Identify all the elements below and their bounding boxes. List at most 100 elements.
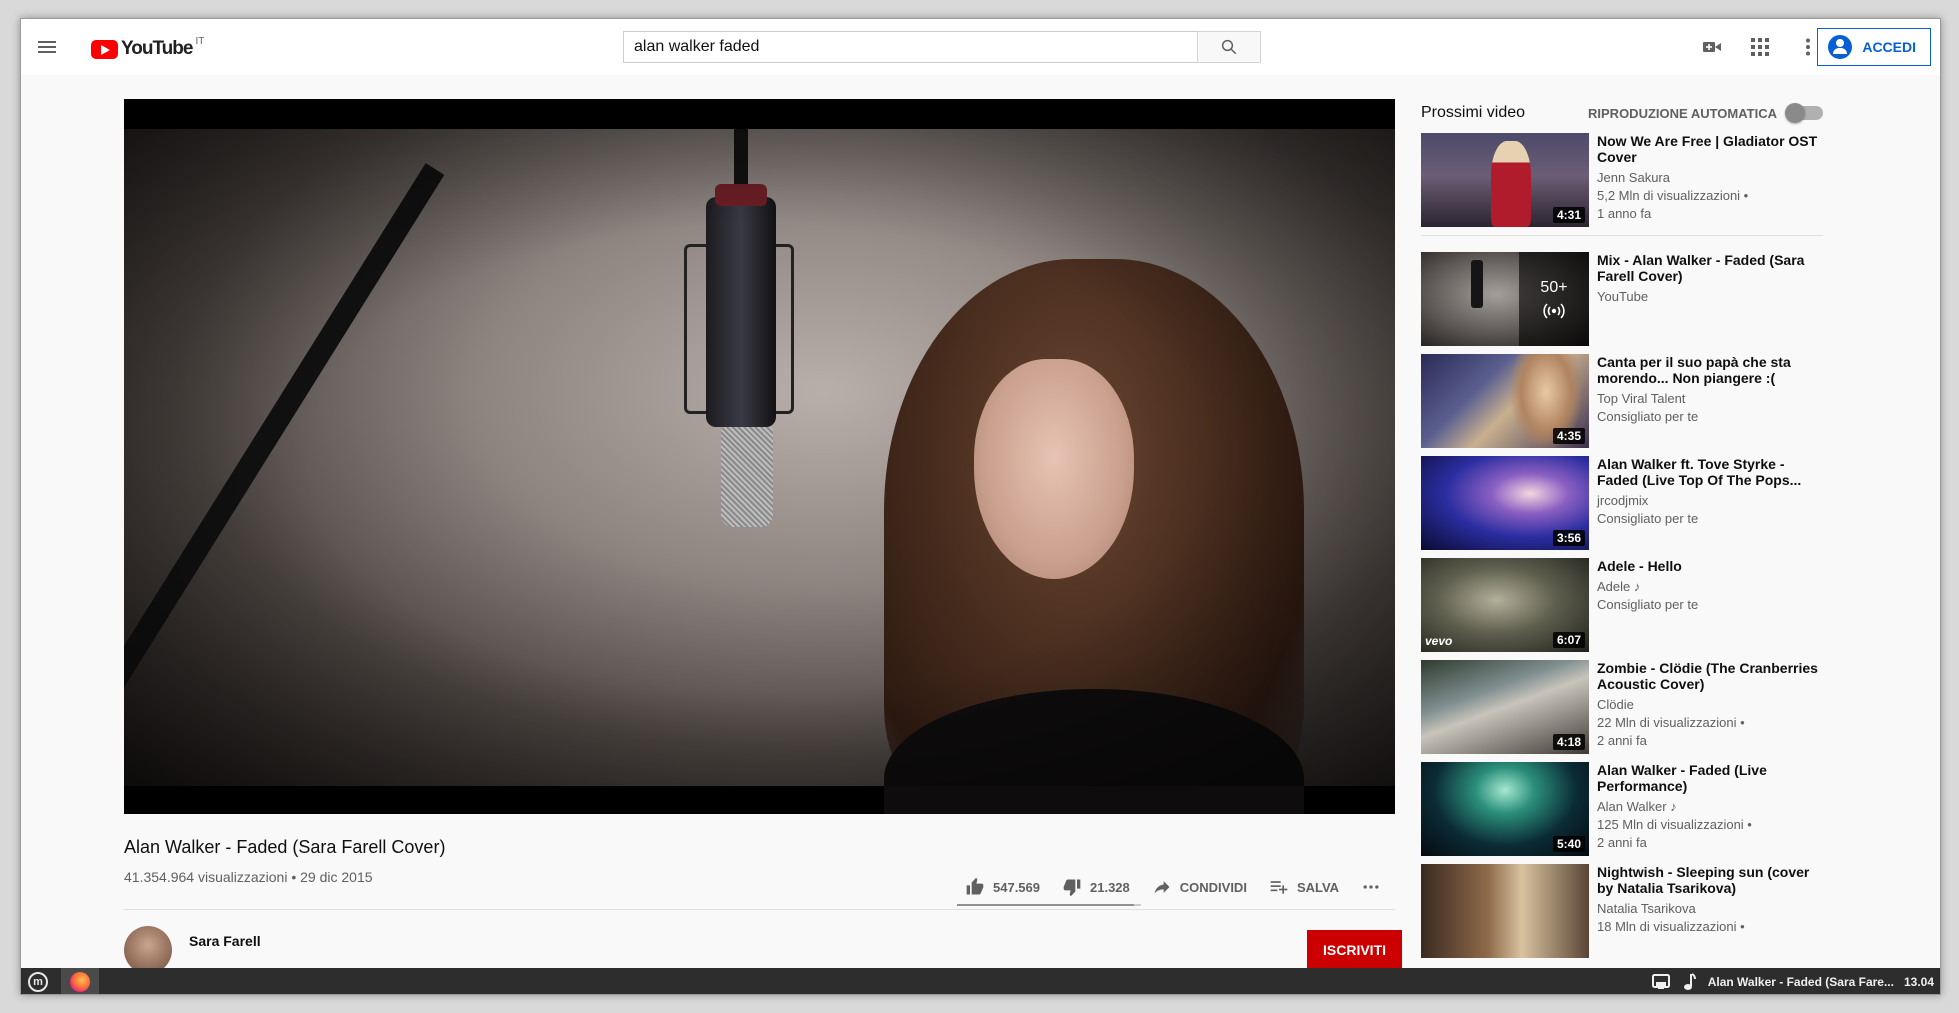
video-views-date: 41.354.964 visualizzazioni • 29 dic 2015 [124, 869, 373, 885]
video-channel: YouTube [1597, 289, 1649, 304]
mix-overlay: 50+ [1519, 252, 1589, 346]
video-recommended: Consigliato per te [1597, 597, 1699, 612]
logo-country: IT [195, 36, 205, 47]
dislike-count: 21.328 [1090, 879, 1130, 895]
video-title[interactable]: Canta per il suo papà che sta morendo...… [1597, 354, 1823, 386]
recommended-video[interactable]: 5:40 Alan Walker - Faded (Live Performan… [1421, 762, 1823, 856]
recommended-mix[interactable]: 50+ Mix - Alan Walker - Faded (Sara Fare… [1421, 252, 1823, 346]
video-thumbnail[interactable] [1421, 864, 1589, 958]
like-ratio-bar [957, 904, 1141, 906]
save-button[interactable]: SALVA [1269, 877, 1339, 897]
recommended-video[interactable]: 3:56 Alan Walker ft. Tove Styrke - Faded… [1421, 456, 1823, 550]
video-title[interactable]: Alan Walker - Faded (Live Performance) [1597, 762, 1823, 794]
more-actions-button[interactable] [1361, 877, 1381, 897]
share-label: CONDIVIDI [1179, 879, 1247, 895]
mint-logo-icon: m [28, 972, 48, 992]
recommended-video[interactable]: 4:31 Now We Are Free | Gladiator OST Cov… [1421, 133, 1823, 227]
youtube-logo[interactable]: YouTube IT [91, 36, 205, 60]
video-title: Alan Walker - Faded (Sara Farell Cover) [124, 837, 446, 857]
video-thumbnail[interactable]: 3:56 [1421, 456, 1589, 550]
video-duration: 4:31 [1552, 207, 1585, 223]
video-channel: Clödie [1597, 697, 1634, 712]
thumbs-up-icon [966, 877, 984, 895]
divider [124, 909, 1395, 910]
menu-icon[interactable] [35, 35, 59, 59]
video-views: 18 Mln di visualizzazioni • [1597, 919, 1745, 934]
video-title[interactable]: Now We Are Free | Gladiator OST Cover [1597, 133, 1823, 165]
start-menu-button[interactable]: m [21, 968, 55, 994]
browser-window: YouTube IT ACCEDI [20, 18, 1941, 995]
firefox-icon [70, 972, 90, 992]
notifications-tray-icon[interactable] [1651, 973, 1670, 991]
video-thumbnail[interactable]: vevo 6:07 [1421, 558, 1589, 652]
signin-label: ACCEDI [1862, 39, 1916, 55]
video-views: 5,2 Mln di visualizzazioni • [1597, 188, 1749, 203]
recommended-video[interactable]: 4:35 Canta per il suo papà che sta moren… [1421, 354, 1823, 448]
recommended-video[interactable]: vevo 6:07 Adele - Hello Adele ♪ Consigli… [1421, 558, 1823, 652]
video-duration: 4:18 [1552, 734, 1585, 750]
video-title[interactable]: Alan Walker ft. Tove Styrke - Faded (Liv… [1597, 456, 1823, 488]
video-thumbnail[interactable]: 5:40 [1421, 762, 1589, 856]
video-channel: Adele ♪ [1597, 579, 1641, 594]
video-title[interactable]: Adele - Hello [1597, 558, 1823, 574]
firefox-taskbar-button[interactable] [61, 968, 99, 994]
video-channel: Top Viral Talent [1597, 391, 1686, 406]
video-info: Nightwish - Sleeping sun (cover by Natal… [1597, 864, 1823, 958]
video-title[interactable]: Mix - Alan Walker - Faded (Sara Farell C… [1597, 252, 1823, 284]
radio-broadcast-icon [1543, 303, 1565, 319]
account-icon [1828, 35, 1853, 59]
channel-avatar[interactable] [124, 926, 172, 974]
video-duration: 3:56 [1552, 530, 1585, 546]
dislike-button[interactable]: 21.328 [1062, 877, 1130, 897]
subscribe-button[interactable]: ISCRIVITI [1307, 930, 1403, 970]
recommended-video[interactable]: Nightwish - Sleeping sun (cover by Natal… [1421, 864, 1823, 958]
video-recommended: Consigliato per te [1597, 511, 1699, 526]
video-actions: 547.569 21.328 CONDIVIDI SALVA [965, 869, 1403, 905]
video-player[interactable] [124, 99, 1395, 814]
video-duration: 5:40 [1552, 836, 1585, 852]
search-icon [1221, 39, 1237, 55]
youtube-play-icon [91, 39, 118, 59]
autoplay-control: RIPRODUZIONE AUTOMATICA [1588, 103, 1823, 123]
share-button[interactable]: CONDIVIDI [1152, 877, 1247, 897]
video-info: Mix - Alan Walker - Faded (Sara Farell C… [1597, 252, 1823, 346]
divider [1421, 235, 1823, 236]
video-thumbnail[interactable]: 4:31 [1421, 133, 1589, 227]
video-channel: Natalia Tsarikova [1597, 901, 1696, 916]
video-title[interactable]: Nightwish - Sleeping sun (cover by Natal… [1597, 864, 1823, 896]
masthead: YouTube IT ACCEDI [21, 19, 1940, 75]
video-info: Alan Walker ft. Tove Styrke - Faded (Liv… [1597, 456, 1823, 550]
vevo-badge: vevo [1425, 634, 1453, 648]
clock[interactable]: 13.04 [1904, 975, 1934, 989]
video-title[interactable]: Zombie - Clödie (The Cranberries Acousti… [1597, 660, 1823, 692]
thumbs-down-icon [1063, 879, 1081, 897]
playlist-add-icon [1270, 881, 1288, 894]
autoplay-label: RIPRODUZIONE AUTOMATICA [1588, 105, 1777, 121]
video-views: 125 Mln di visualizzazioni • [1597, 817, 1752, 832]
video-thumbnail[interactable]: 4:35 [1421, 354, 1589, 448]
up-next-title: Prossimi video [1421, 104, 1526, 121]
now-playing-title[interactable]: Alan Walker - Faded (Sara Fare... [1708, 975, 1894, 989]
recommended-video[interactable]: 4:18 Zombie - Clödie (The Cranberries Ac… [1421, 660, 1823, 754]
video-thumbnail[interactable]: 50+ [1421, 252, 1589, 346]
signin-button[interactable]: ACCEDI [1817, 28, 1931, 66]
taskbar: m Alan Walker - Faded (Sara Fare... 13.0… [21, 968, 1940, 994]
video-views: 22 Mln di visualizzazioni • [1597, 715, 1745, 730]
channel-name[interactable]: Sara Farell [189, 933, 261, 949]
like-button[interactable]: 547.569 [965, 877, 1040, 897]
apps-grid-icon[interactable] [1748, 35, 1772, 59]
video-channel: Alan Walker ♪ [1597, 799, 1677, 814]
save-label: SALVA [1296, 879, 1340, 895]
create-video-icon[interactable] [1700, 35, 1724, 59]
search-bar [623, 31, 1261, 63]
share-icon [1154, 881, 1170, 894]
music-note-icon[interactable] [1680, 973, 1698, 991]
search-input[interactable] [623, 31, 1197, 63]
video-channel: Jenn Sakura [1597, 170, 1670, 185]
video-info: Alan Walker - Faded (Live Performance) A… [1597, 762, 1823, 856]
video-channel: jrcodjmix [1597, 493, 1649, 508]
mix-count: 50+ [1540, 279, 1568, 296]
search-button[interactable] [1197, 31, 1261, 63]
video-thumbnail[interactable]: 4:18 [1421, 660, 1589, 754]
autoplay-toggle[interactable] [1785, 103, 1823, 123]
